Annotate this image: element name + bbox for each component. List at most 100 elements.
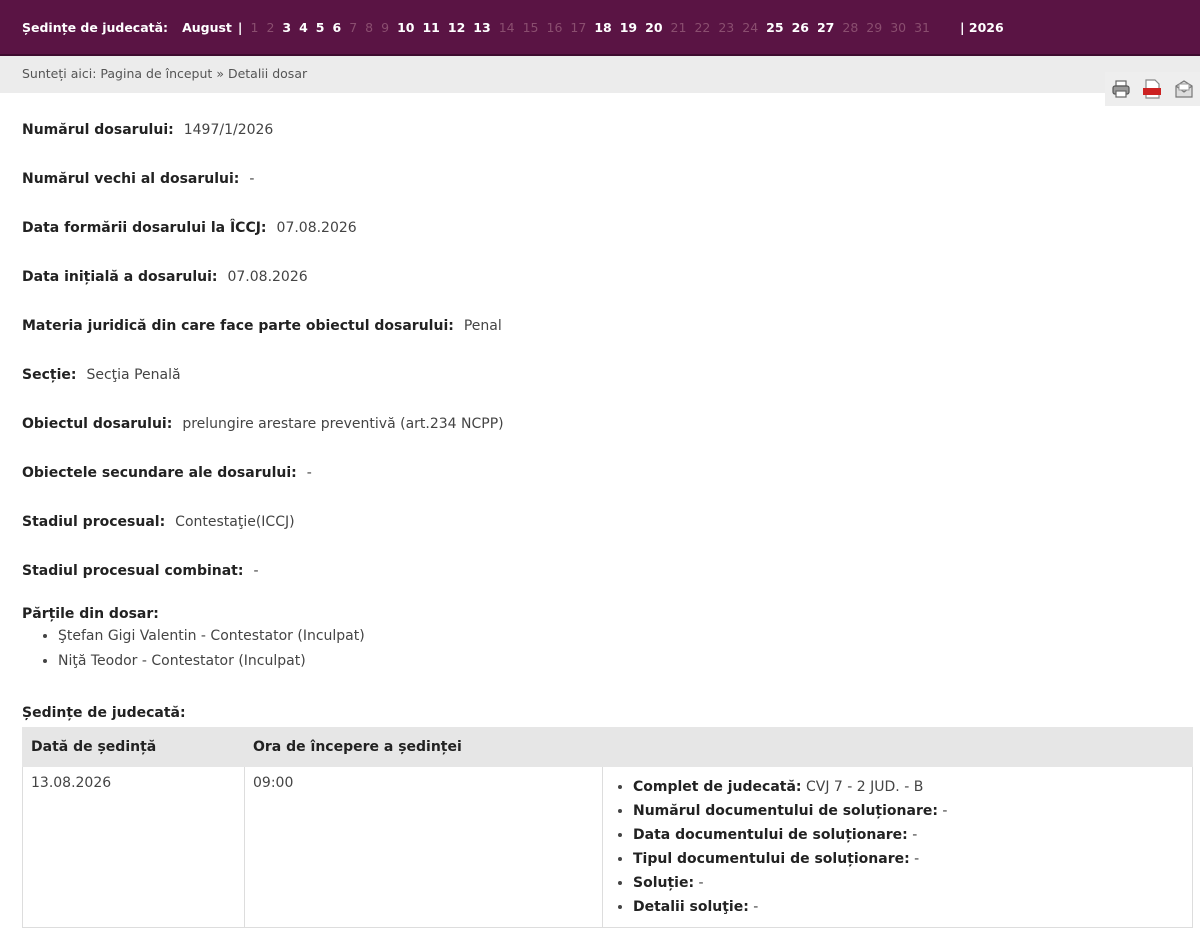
detail-row: Obiectele secundare ale dosarului: - xyxy=(22,463,1172,512)
hearing-detail-value: - xyxy=(698,875,704,891)
hearings-calendar-bar: Ședințe de judecată: August | 1234567891… xyxy=(0,0,1200,56)
calendar-day-23: 23 xyxy=(718,19,735,35)
calendar-day-19[interactable]: 19 xyxy=(620,20,637,35)
calendar-day-15: 15 xyxy=(522,19,539,35)
calendar-day-21: 21 xyxy=(670,19,687,35)
detail-row: Numărul vechi al dosarului: - xyxy=(22,169,1172,218)
parties-list: Ştefan Gigi Valentin - Contestator (Incu… xyxy=(22,624,365,674)
calendar-day-20[interactable]: 20 xyxy=(645,20,662,35)
calendar-day-25[interactable]: 25 xyxy=(766,20,783,35)
calendar-separator: | xyxy=(237,19,243,35)
hearing-detail-label: Soluție: xyxy=(633,875,695,891)
email-icon[interactable] xyxy=(1173,78,1195,100)
breadcrumb: Sunteți aici: Pagina de început » Detali… xyxy=(0,56,1200,93)
hearing-date: 13.08.2026 xyxy=(22,766,245,928)
calendar-day-27[interactable]: 27 xyxy=(817,20,834,35)
detail-value: 1497/1/2026 xyxy=(183,122,274,138)
calendar-day-4[interactable]: 4 xyxy=(299,20,308,35)
detail-label: Numărul dosarului: xyxy=(22,122,174,138)
detail-row: Stadiul procesual combinat: - xyxy=(22,561,1172,610)
calendar-day-24: 24 xyxy=(742,19,759,35)
detail-value: - xyxy=(253,563,259,579)
hearing-time: 09:00 xyxy=(244,766,603,928)
calendar-day-6[interactable]: 6 xyxy=(333,20,342,35)
hearing-detail-value: - xyxy=(912,827,918,843)
detail-label: Secție: xyxy=(22,367,77,383)
calendar-day-14: 14 xyxy=(498,19,515,35)
hearings-header-row: Dată de ședință Ora de începere a ședinț… xyxy=(22,727,1193,767)
detail-value: Penal xyxy=(463,318,502,334)
detail-row: Numărul dosarului: 1497/1/2026 xyxy=(22,120,1172,169)
breadcrumb-prefix: Sunteți aici: xyxy=(22,66,97,81)
breadcrumb-home-link[interactable]: Pagina de început xyxy=(100,66,212,81)
header-details xyxy=(602,727,1193,767)
hearing-detail-label: Detalii soluţie: xyxy=(633,899,749,915)
detail-label: Obiectul dosarului: xyxy=(22,416,173,432)
page-tools xyxy=(1105,72,1200,106)
calendar-day-1: 1 xyxy=(250,19,259,35)
detail-value: - xyxy=(306,465,312,481)
detail-value: prelungire arestare preventivă (art.234 … xyxy=(182,416,504,432)
calendar-day-5[interactable]: 5 xyxy=(316,20,325,35)
hearing-detail-label: Complet de judecată: xyxy=(633,779,802,795)
hearing-detail-value: - xyxy=(914,851,920,867)
calendar-day-9: 9 xyxy=(381,19,390,35)
hearing-detail-label: Numărul documentului de soluționare: xyxy=(633,803,938,819)
calendar-day-7: 7 xyxy=(349,19,358,35)
calendar-day-13[interactable]: 13 xyxy=(473,20,490,35)
detail-label: Stadiul procesual: xyxy=(22,514,166,530)
detail-label: Numărul vechi al dosarului: xyxy=(22,171,240,187)
calendar-day-30: 30 xyxy=(890,19,907,35)
calendar-day-29: 29 xyxy=(866,19,883,35)
calendar-day-11[interactable]: 11 xyxy=(422,20,439,35)
hearing-detail-label: Tipul documentului de soluționare: xyxy=(633,851,910,867)
detail-row: Data inițială a dosarului: 07.08.2026 xyxy=(22,267,1172,316)
hearing-detail-item: Data documentului de soluționare: - xyxy=(633,823,1184,847)
hearing-detail-item: Soluție: - xyxy=(633,871,1184,895)
breadcrumb-separator: » xyxy=(216,66,224,81)
hearing-detail-label: Data documentului de soluționare: xyxy=(633,827,908,843)
detail-label: Obiectele secundare ale dosarului: xyxy=(22,465,297,481)
hearing-detail-item: Numărul documentului de soluționare: - xyxy=(633,799,1184,823)
calendar-day-28: 28 xyxy=(842,19,859,35)
detail-value: 07.08.2026 xyxy=(227,269,308,285)
calendar-day-10[interactable]: 10 xyxy=(397,20,414,35)
parties-title: Părțile din dosar: xyxy=(22,606,159,622)
detail-value: 07.08.2026 xyxy=(276,220,357,236)
detail-label: Stadiul procesual combinat: xyxy=(22,563,244,579)
calendar-day-18[interactable]: 18 xyxy=(594,20,611,35)
case-parties: Părțile din dosar: Ştefan Gigi Valentin … xyxy=(22,606,365,674)
calendar-day-17: 17 xyxy=(570,19,587,35)
calendar-year[interactable]: | 2026 xyxy=(960,20,1004,35)
party-item: Niţă Teodor - Contestator (Inculpat) xyxy=(58,649,365,674)
calendar-day-26[interactable]: 26 xyxy=(792,20,809,35)
calendar-day-12[interactable]: 12 xyxy=(448,20,465,35)
hearing-detail-item: Detalii soluţie: - xyxy=(633,895,1184,919)
hearing-detail-value: - xyxy=(942,803,948,819)
detail-row: Materia juridică din care face parte obi… xyxy=(22,316,1172,365)
hearing-details: Complet de judecată: CVJ 7 - 2 JUD. - BN… xyxy=(602,766,1193,928)
detail-row: Data formării dosarului la ÎCCJ: 07.08.20… xyxy=(22,218,1172,267)
calendar-days: 1 2 3 4 5 6 7 8 9 10 11 12 13 14 15 16 17 18 19 20 21 22 23 24 2… xyxy=(250,20,938,35)
calendar-month[interactable]: August xyxy=(182,20,232,35)
hearing-detail-item: Tipul documentului de soluționare: - xyxy=(633,847,1184,871)
printer-icon[interactable] xyxy=(1110,78,1132,100)
hearing-detail-value: - xyxy=(753,899,759,915)
calendar-day-31: 31 xyxy=(914,19,930,35)
table-row: 13.08.202609:00Complet de judecată: CVJ … xyxy=(22,766,1193,928)
hearings-table: Dată de ședință Ora de începere a ședinț… xyxy=(22,727,1193,928)
calendar-day-2: 2 xyxy=(266,19,275,35)
party-item: Ştefan Gigi Valentin - Contestator (Incu… xyxy=(58,624,365,649)
detail-row: Obiectul dosarului: prelungire arestare p… xyxy=(22,414,1172,463)
calendar-day-16: 16 xyxy=(546,19,563,35)
pdf-icon[interactable] xyxy=(1141,78,1163,100)
calendar-day-3[interactable]: 3 xyxy=(282,20,291,35)
calendar-label: Ședințe de judecată: xyxy=(22,19,169,35)
hearing-detail-value: CVJ 7 - 2 JUD. - B xyxy=(805,779,924,795)
detail-value: Contestaţie(ICCJ) xyxy=(175,514,295,530)
detail-value: - xyxy=(249,171,255,187)
detail-value: Secţia Penală xyxy=(86,367,181,383)
breadcrumb-current: Detalii dosar xyxy=(227,66,308,81)
hearing-detail-item: Complet de judecată: CVJ 7 - 2 JUD. - B xyxy=(633,775,1184,799)
case-details: Numărul dosarului: 1497/1/2026 Numărul vec… xyxy=(22,120,1172,610)
